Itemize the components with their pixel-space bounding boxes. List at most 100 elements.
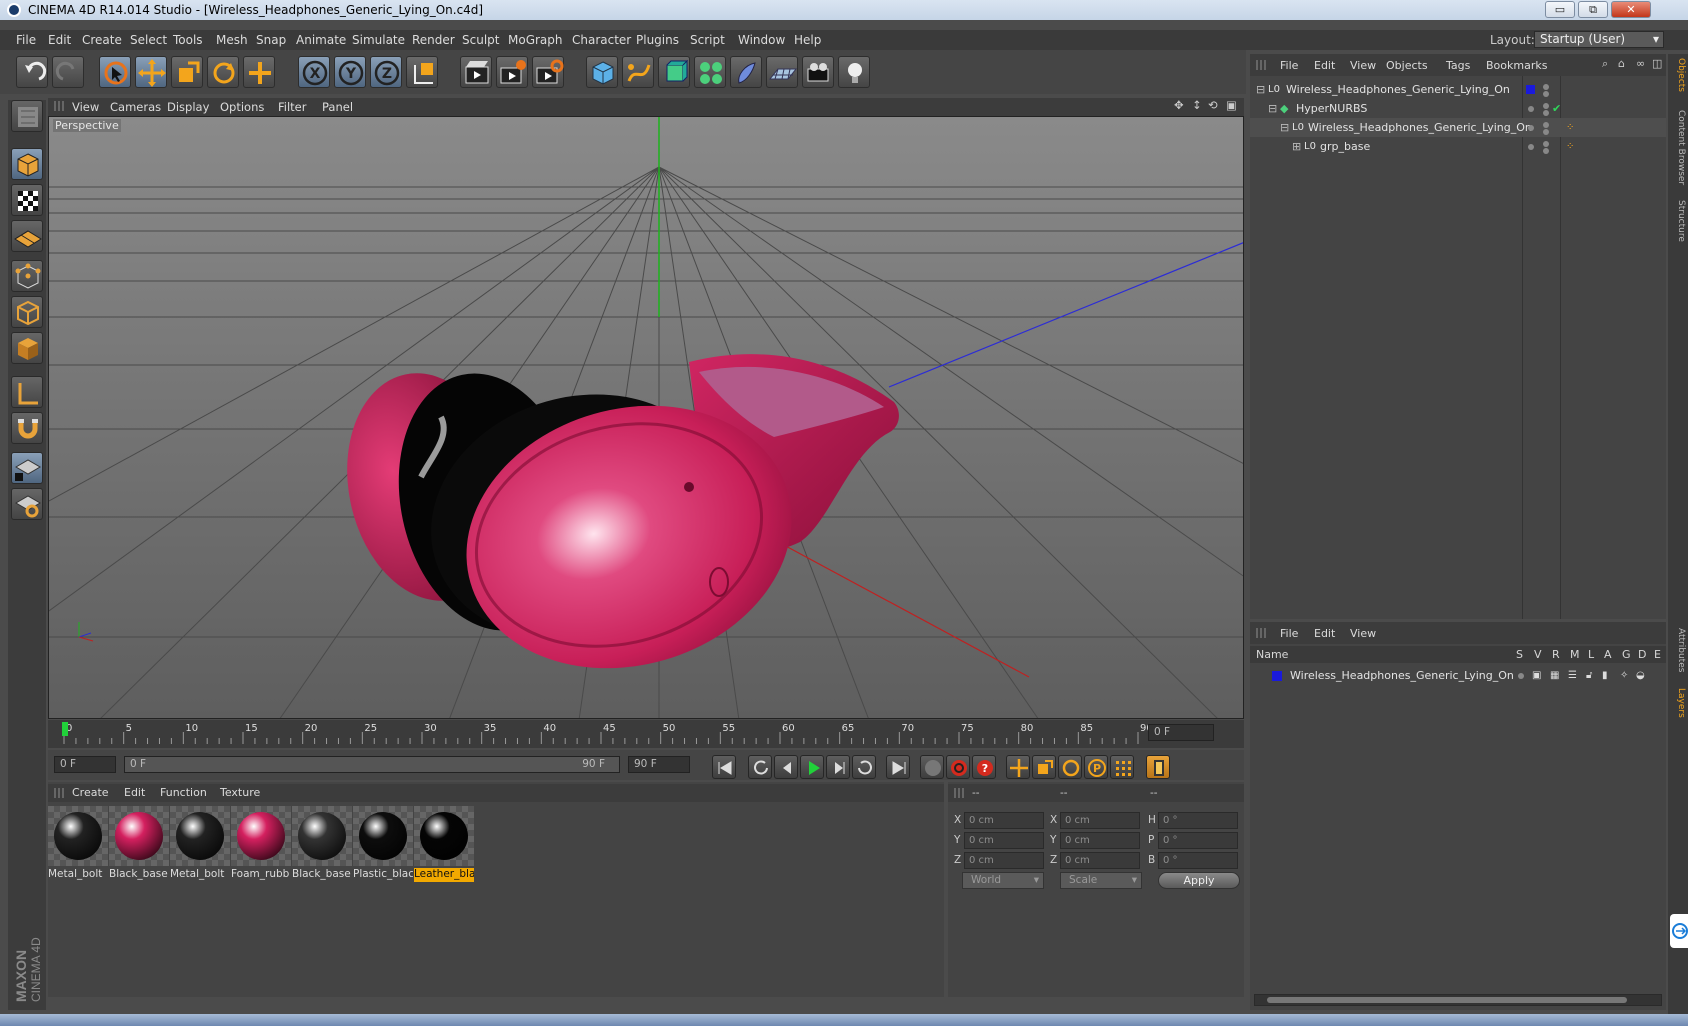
collapse-icon[interactable]: ⊟ (1268, 99, 1277, 118)
key-scale-icon[interactable] (1032, 755, 1056, 779)
material-swatch[interactable]: Black_base (292, 806, 352, 886)
coordinate-system-icon[interactable] (406, 56, 438, 88)
material-swatch[interactable]: Plastic_blac (353, 806, 413, 886)
end-frame-field[interactable]: 90 F (628, 756, 690, 773)
viewport-menu-options[interactable]: Options (220, 100, 264, 114)
perspective-viewport[interactable]: Perspective (48, 116, 1244, 719)
menu-snap[interactable]: Snap (256, 33, 286, 47)
rot-b-field[interactable]: 0 ° (1158, 852, 1238, 869)
object-row[interactable]: ⊞ L0 grp_base ⁘ (1250, 137, 1666, 156)
render-visibility-dot[interactable] (1543, 110, 1549, 116)
layer-color-swatch[interactable] (1272, 671, 1282, 681)
rot-p-field[interactable]: 0 ° (1158, 832, 1238, 849)
menu-tools[interactable]: Tools (173, 33, 203, 47)
next-key-icon[interactable] (852, 755, 876, 779)
coordinate-mode-select[interactable]: Scale ▾ (1060, 872, 1142, 889)
object-menu-file[interactable]: File (1280, 59, 1298, 72)
object-menu-tags[interactable]: Tags (1446, 59, 1470, 72)
planar-workplane-icon[interactable] (11, 488, 43, 520)
nurbs-icon[interactable] (658, 56, 690, 88)
current-frame-field[interactable]: 0 F (1148, 724, 1214, 741)
remote-control-widget[interactable] (1670, 914, 1688, 948)
layer-row[interactable]: Wireless_Headphones_Generic_Lying_On ▣ ▦… (1250, 666, 1666, 685)
layer-lock-icon[interactable]: 🔓︎ (1586, 666, 1592, 685)
pos-x-field[interactable]: 0 cm (964, 812, 1044, 829)
pos-y-field[interactable]: 0 cm (964, 832, 1044, 849)
texture-mode-icon[interactable] (11, 184, 43, 216)
rotate-icon[interactable] (207, 56, 239, 88)
mograph-cloner-icon[interactable] (694, 56, 726, 88)
menu-simulate[interactable]: Simulate (352, 33, 405, 47)
layer-col-view[interactable]: V (1534, 648, 1542, 661)
home-icon[interactable]: ⌂ (1618, 57, 1625, 70)
size-z-field[interactable]: 0 cm (1060, 852, 1140, 869)
previous-key-icon[interactable] (748, 755, 772, 779)
enabled-check-icon[interactable]: ✔ (1552, 99, 1561, 118)
redo-icon[interactable] (52, 56, 84, 88)
frame-range-slider[interactable]: 0 F 90 F (124, 756, 620, 773)
layer-col-expressions[interactable]: E (1654, 648, 1661, 661)
viewport-maximize-icon[interactable]: ▣ (1226, 98, 1237, 112)
z-axis-icon[interactable]: Z (370, 56, 402, 88)
render-visibility-dot[interactable] (1543, 91, 1549, 97)
spline-icon[interactable] (622, 56, 654, 88)
undo-icon[interactable] (16, 56, 48, 88)
axis-mode-icon[interactable] (11, 376, 43, 408)
object-row[interactable]: ⊟ L0 Wireless_Headphones_Generic_Lying_O… (1250, 80, 1666, 99)
material-swatch[interactable]: Black_base (109, 806, 169, 886)
key-parameter-icon[interactable]: P (1084, 755, 1108, 779)
menu-character[interactable]: Character (572, 33, 631, 47)
coordinate-space-select[interactable]: World ▾ (962, 872, 1044, 889)
add-icon[interactable] (243, 56, 275, 88)
close-button[interactable]: ✕ (1611, 1, 1651, 18)
go-to-end-icon[interactable] (886, 755, 910, 779)
object-row[interactable]: ⊟ L0 Wireless_Headphones_Generic_Lying_O… (1250, 118, 1666, 137)
timeline-layout-icon[interactable] (1146, 755, 1170, 779)
locked-workplane-icon[interactable] (11, 452, 43, 484)
editor-visibility-dot[interactable] (1543, 103, 1549, 109)
tab-layers[interactable]: Layers (1670, 688, 1686, 718)
render-settings-icon[interactable] (532, 56, 564, 88)
layer-animation-icon[interactable]: ▮ (1602, 666, 1608, 685)
viewport-zoom-icon[interactable]: ↕ (1192, 98, 1202, 112)
material-menu-function[interactable]: Function (160, 786, 207, 799)
layer-col-manager[interactable]: M (1570, 648, 1580, 661)
tab-attributes[interactable]: Attributes (1670, 628, 1686, 672)
horizontal-scrollbar[interactable] (1254, 994, 1662, 1006)
menu-select[interactable]: Select (130, 33, 167, 47)
render-picture-viewer-icon[interactable] (496, 56, 528, 88)
rot-h-field[interactable]: 0 ° (1158, 812, 1238, 829)
layer-solo-toggle[interactable] (1518, 673, 1524, 679)
viewport-menu-view[interactable]: View (72, 100, 99, 114)
editor-visibility-dot[interactable] (1543, 141, 1549, 147)
polygons-mode-icon[interactable] (11, 332, 43, 364)
key-pla-icon[interactable] (1110, 755, 1134, 779)
layer-manager-icon[interactable]: ☰ (1568, 666, 1577, 685)
move-icon[interactable] (135, 56, 167, 88)
viewport-scene[interactable] (49, 117, 1244, 719)
menu-help[interactable]: Help (794, 33, 821, 47)
live-select-icon[interactable] (99, 56, 131, 88)
layer-menu-file[interactable]: File (1280, 627, 1298, 640)
new-window-icon[interactable]: ◫ (1652, 57, 1662, 70)
material-swatch[interactable]: Metal_bolt (48, 806, 108, 886)
layer-menu-view[interactable]: View (1350, 627, 1376, 640)
go-to-start-icon[interactable] (712, 755, 736, 779)
scale-icon[interactable] (171, 56, 203, 88)
layer-col-render[interactable]: R (1552, 648, 1560, 661)
object-menu-bookmarks[interactable]: Bookmarks (1486, 59, 1547, 72)
material-menu-texture[interactable]: Texture (220, 786, 260, 799)
timeline-ruler[interactable]: 0 5 10 15 20 25 30 35 40 45 50 55 60 65 70 75 80 85 90 0 F (48, 720, 1244, 748)
y-axis-icon[interactable]: Y (334, 56, 366, 88)
layer-menu-edit[interactable]: Edit (1314, 627, 1335, 640)
menu-render[interactable]: Render (412, 33, 455, 47)
size-x-field[interactable]: 0 cm (1060, 812, 1140, 829)
render-visibility-dot[interactable] (1543, 129, 1549, 135)
layer-deformer-icon[interactable]: ◒ (1636, 666, 1645, 685)
apply-button[interactable]: Apply (1158, 872, 1240, 889)
menu-window[interactable]: Window (738, 33, 785, 47)
layer-col-deformers[interactable]: D (1638, 648, 1646, 661)
menu-edit[interactable]: Edit (48, 33, 71, 47)
snap-magnet-icon[interactable] (11, 412, 43, 444)
play-icon[interactable] (800, 755, 824, 779)
